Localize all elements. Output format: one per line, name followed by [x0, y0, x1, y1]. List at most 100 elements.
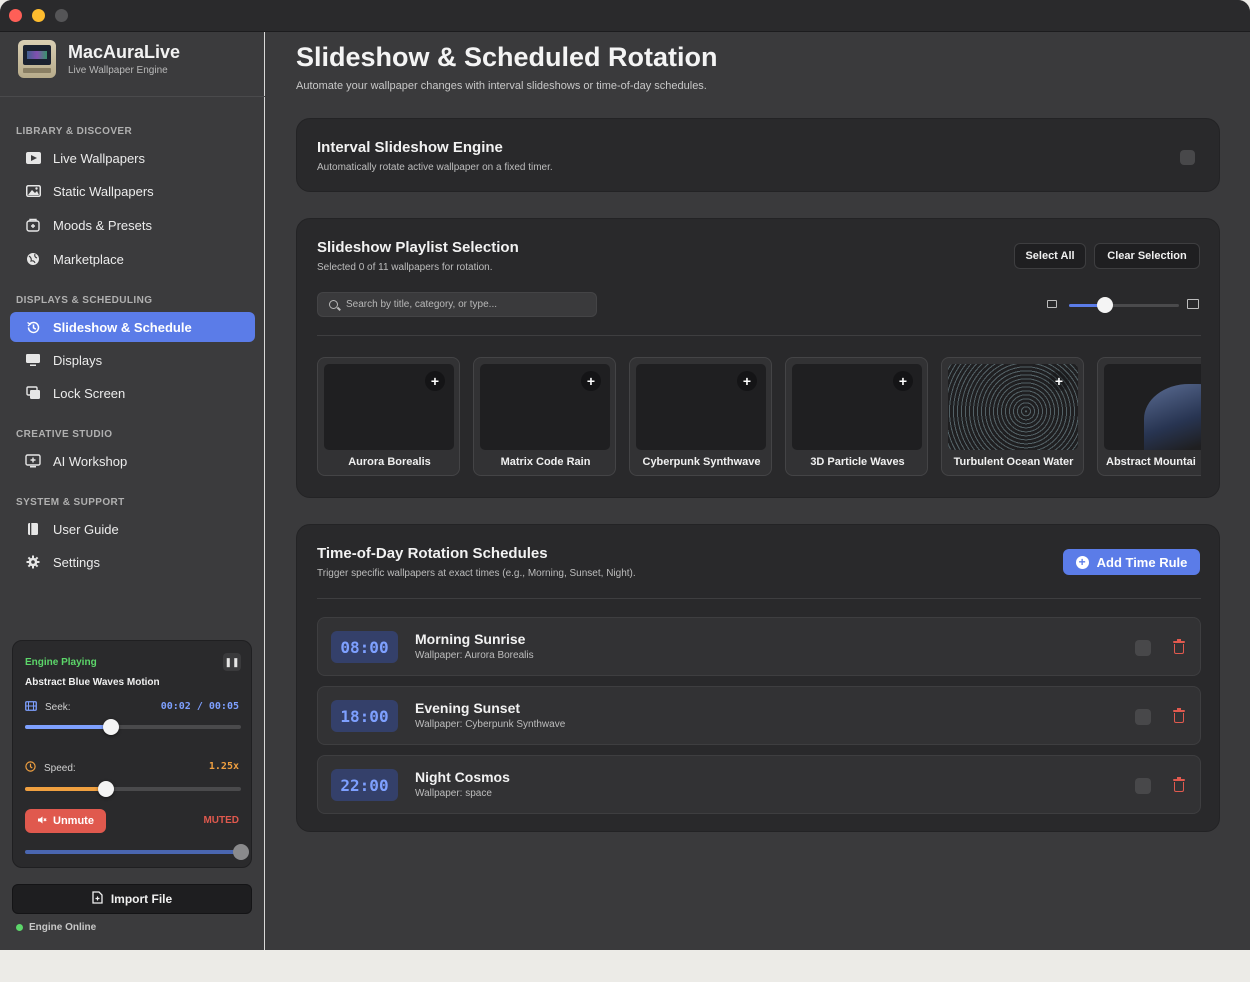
sidebar-item-displays[interactable]: Displays	[10, 345, 255, 375]
volume-slider[interactable]	[25, 844, 249, 860]
wallpaper-grid: + Aurora Borealis + Matrix Code Rain + C…	[317, 357, 1201, 477]
sidebar-item-slideshow-schedule[interactable]: Slideshow & Schedule	[10, 312, 255, 342]
add-to-playlist-button[interactable]: +	[737, 371, 757, 391]
interval-slideshow-toggle[interactable]	[1180, 150, 1195, 165]
sidebar-item-label: AI Workshop	[53, 453, 128, 469]
rule-name: Morning Sunrise	[415, 631, 526, 647]
thumbnail-size-slider[interactable]	[1069, 297, 1179, 313]
speed-label-row: Speed:	[25, 761, 76, 775]
sidebar-item-moods-presets[interactable]: Moods & Presets	[10, 210, 255, 240]
rule-time[interactable]: 18:00	[331, 700, 398, 732]
wallpaper-card[interactable]: + Turbulent Ocean Water	[941, 357, 1084, 476]
engine-status-label: Engine Playing	[25, 657, 97, 668]
sidebar-item-settings[interactable]: Settings	[10, 547, 255, 577]
app-name: MacAuraLive	[68, 42, 181, 62]
sidebar-item-user-guide[interactable]: User Guide	[10, 514, 255, 544]
playlist-selection-card: Slideshow Playlist Selection Selected 0 …	[296, 218, 1220, 498]
wallpaper-card[interactable]: + Cyberpunk Synthwave	[629, 357, 772, 476]
sidebar-item-live-wallpapers[interactable]: Live Wallpapers	[10, 143, 255, 173]
close-window-button[interactable]	[9, 9, 22, 22]
card-title: Slideshow Playlist Selection	[317, 239, 519, 256]
page-title: Slideshow & Scheduled Rotation	[296, 42, 718, 72]
trash-icon[interactable]	[1173, 777, 1185, 792]
search-input[interactable]: Search by title, category, or type...	[317, 292, 597, 317]
sidebar-item-ai-workshop[interactable]: AI Workshop	[10, 446, 255, 476]
minimize-window-button[interactable]	[32, 9, 45, 22]
wallpaper-card[interactable]: Abstract Mountai	[1097, 357, 1201, 476]
app-subtitle: Live Wallpaper Engine	[68, 65, 168, 76]
wallpaper-name: Turbulent Ocean Water	[953, 456, 1074, 468]
play-icon	[25, 151, 41, 165]
plus-circle-icon: +	[1075, 555, 1089, 569]
rule-name: Evening Sunset	[415, 700, 521, 716]
unmute-button[interactable]: Unmute	[25, 809, 106, 833]
rule-enabled-toggle[interactable]	[1135, 640, 1151, 656]
app-logo	[18, 40, 56, 78]
time-of-day-schedules-card: Time-of-Day Rotation Schedules Trigger s…	[296, 524, 1220, 832]
add-to-playlist-button[interactable]: +	[1049, 371, 1069, 391]
desktop-background	[0, 950, 1250, 982]
divider	[317, 335, 1201, 336]
section-label-creative: CREATIVE STUDIO	[16, 429, 113, 440]
ai-icon	[25, 454, 41, 468]
rule-enabled-toggle[interactable]	[1135, 709, 1151, 725]
add-to-playlist-button[interactable]: +	[425, 371, 445, 391]
thumbnail-size-knob[interactable]	[1097, 297, 1113, 313]
sidebar-item-label: Live Wallpapers	[53, 150, 146, 166]
trash-icon[interactable]	[1173, 708, 1185, 723]
engine-player-panel: Engine Playing ❚❚ Abstract Blue Waves Mo…	[12, 640, 252, 868]
sidebar-item-label: Displays	[53, 352, 103, 368]
card-title: Interval Slideshow Engine	[317, 139, 503, 156]
sidebar-item-label: Marketplace	[53, 251, 124, 267]
document-icon	[92, 891, 103, 907]
preset-icon	[25, 218, 41, 232]
clear-selection-button[interactable]: Clear Selection	[1094, 243, 1200, 269]
now-playing-title: Abstract Blue Waves Motion	[25, 677, 160, 688]
divider	[0, 96, 265, 97]
pause-button[interactable]: ❚❚	[223, 653, 241, 671]
sidebar-item-static-wallpapers[interactable]: Static Wallpapers	[10, 176, 255, 206]
sidebar-item-marketplace[interactable]: Marketplace	[10, 244, 255, 274]
section-label-system: SYSTEM & SUPPORT	[16, 497, 125, 508]
sidebar-item-lock-screen[interactable]: Lock Screen	[10, 378, 255, 408]
add-to-playlist-button[interactable]: +	[581, 371, 601, 391]
history-icon	[25, 320, 41, 334]
film-icon	[25, 701, 37, 714]
select-all-button[interactable]: Select All	[1014, 243, 1086, 269]
rule-time[interactable]: 08:00	[331, 631, 398, 663]
playback-time: 00:02 / 00:05	[160, 701, 239, 712]
trash-icon[interactable]	[1173, 639, 1185, 654]
speed-slider-knob[interactable]	[98, 781, 114, 797]
rule-name: Night Cosmos	[415, 769, 510, 785]
add-to-playlist-button[interactable]: +	[893, 371, 913, 391]
rule-enabled-toggle[interactable]	[1135, 778, 1151, 794]
small-thumbnail-icon	[1047, 300, 1057, 308]
wallpaper-card[interactable]: + Aurora Borealis	[317, 357, 460, 476]
import-file-button[interactable]: Import File	[12, 884, 252, 914]
page-subtitle: Automate your wallpaper changes with int…	[296, 80, 707, 92]
app-window: MacAuraLive Live Wallpaper Engine LIBRAR…	[0, 0, 1250, 950]
schedule-rule: 08:00 Morning Sunrise Wallpaper: Aurora …	[317, 617, 1201, 676]
speed-slider-fill	[25, 787, 106, 791]
schedule-rule: 22:00 Night Cosmos Wallpaper: space	[317, 755, 1201, 814]
search-icon	[329, 300, 338, 309]
rule-time[interactable]: 22:00	[331, 769, 398, 801]
status-dot	[16, 924, 23, 931]
speed-value: 1.25x	[208, 761, 239, 772]
volume-slider-knob[interactable]	[233, 844, 249, 860]
seek-slider-knob[interactable]	[103, 719, 120, 735]
divider	[317, 598, 1201, 599]
muted-status: MUTED	[203, 815, 239, 826]
seek-label: Seek:	[45, 702, 71, 713]
schedule-rule: 18:00 Evening Sunset Wallpaper: Cyberpun…	[317, 686, 1201, 745]
lock-screen-icon	[25, 386, 41, 400]
add-time-rule-button[interactable]: + Add Time Rule	[1063, 549, 1200, 575]
speed-slider[interactable]	[25, 781, 241, 797]
title-bar	[0, 0, 1250, 32]
seek-slider[interactable]	[25, 719, 241, 735]
wallpaper-card[interactable]: + 3D Particle Waves	[785, 357, 928, 476]
wallpaper-card[interactable]: + Matrix Code Rain	[473, 357, 616, 476]
zoom-window-button[interactable]	[55, 9, 68, 22]
wallpaper-name: Matrix Code Rain	[500, 456, 591, 468]
section-label-library: LIBRARY & DISCOVER	[16, 126, 133, 137]
